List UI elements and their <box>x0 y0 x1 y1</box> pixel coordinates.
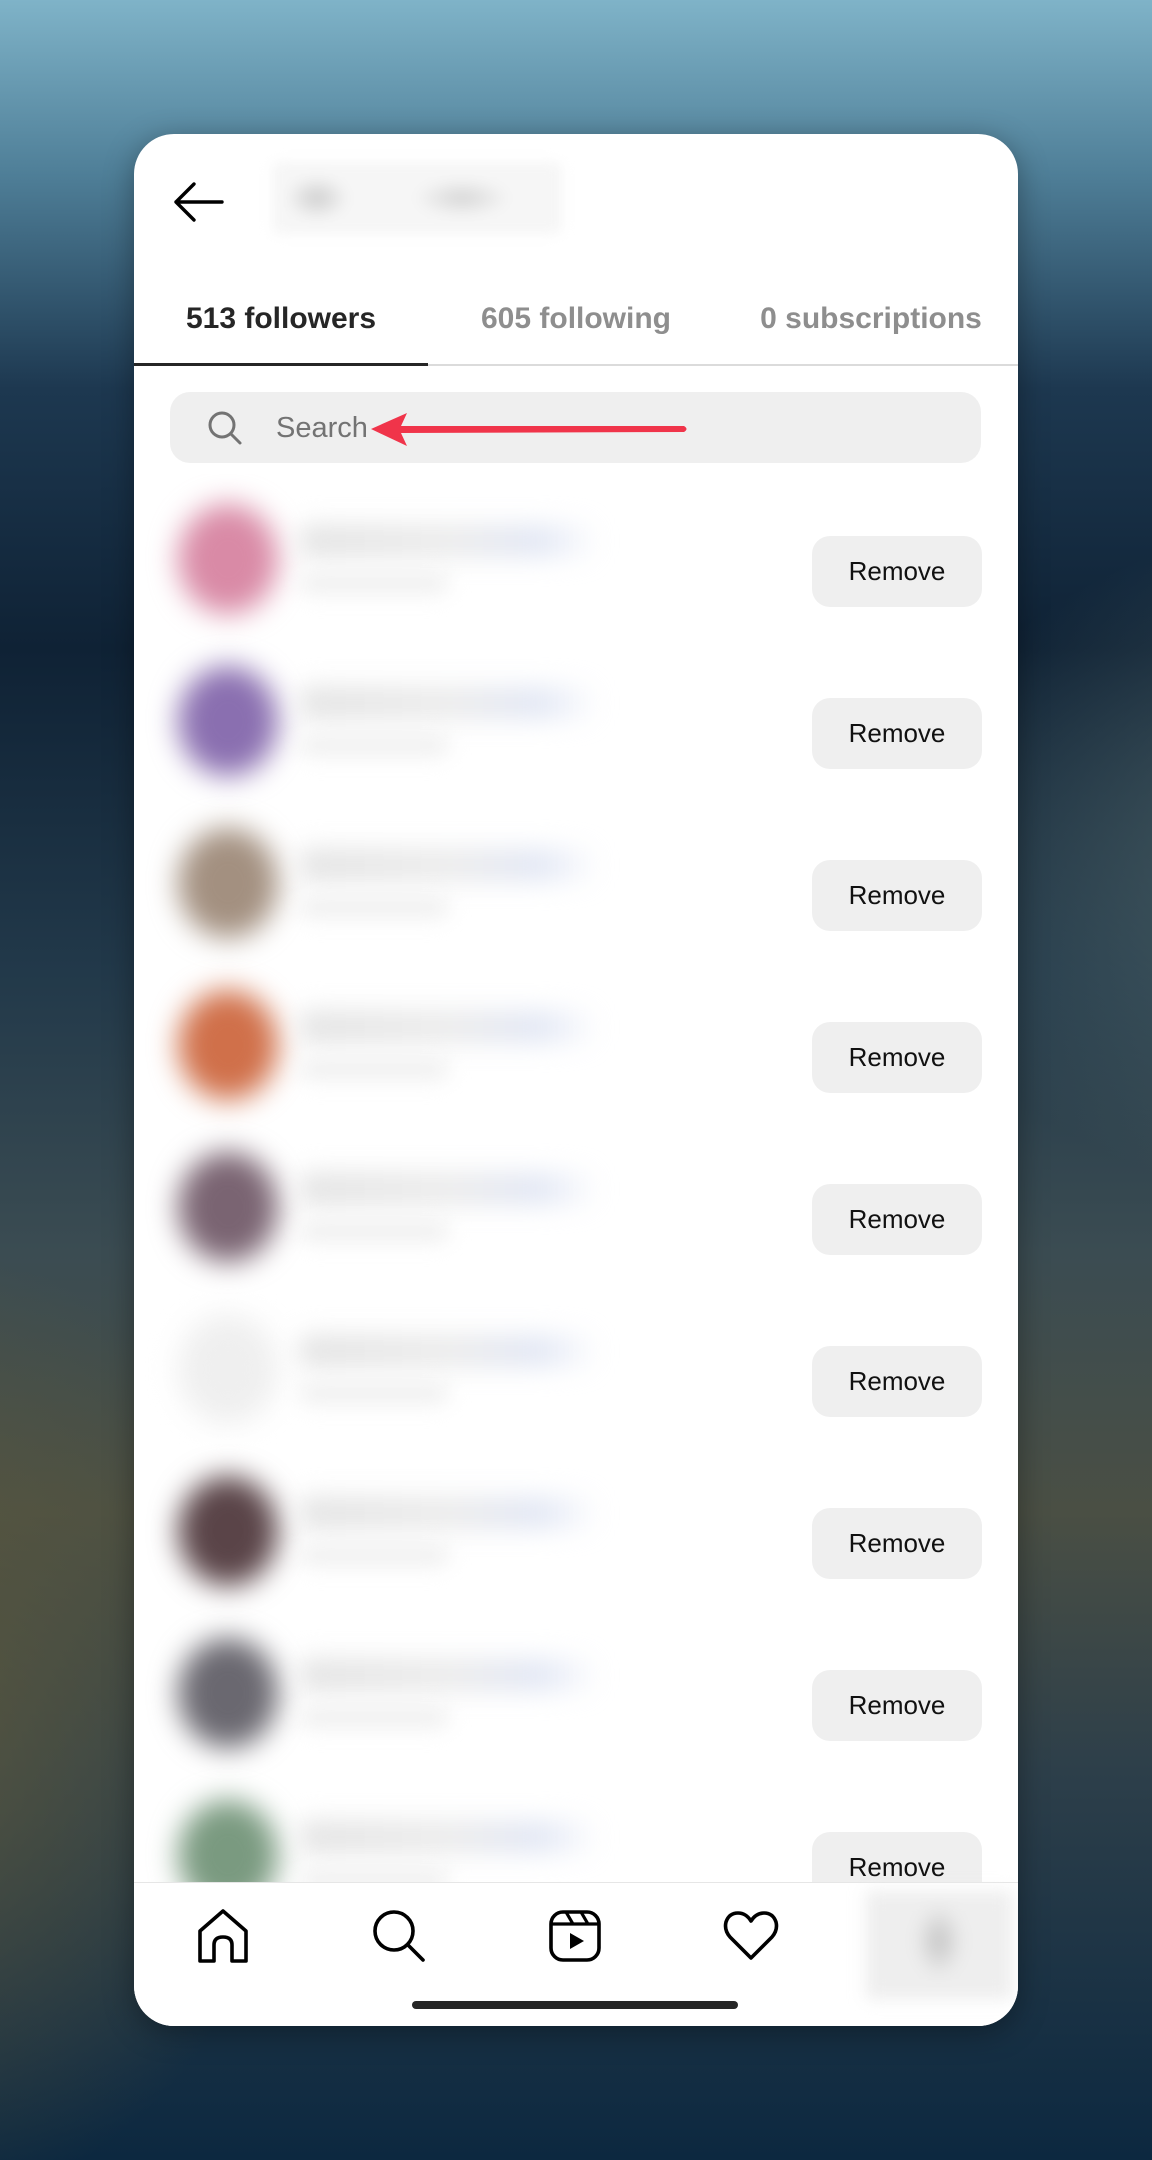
remove-button[interactable]: Remove <box>812 1184 982 1255</box>
follower-row[interactable]: Remove <box>134 1608 1018 1770</box>
avatar[interactable] <box>178 1314 278 1424</box>
home-icon[interactable] <box>194 1907 252 1965</box>
fullname-blurred <box>299 1544 449 1566</box>
username-blurred[interactable] <box>299 1010 599 1044</box>
avatar[interactable] <box>178 1638 278 1748</box>
search-icon <box>208 411 242 445</box>
username-blurred[interactable] <box>299 524 599 558</box>
remove-button[interactable]: Remove <box>812 536 982 607</box>
username-blurred[interactable] <box>299 1658 599 1692</box>
tab-following[interactable]: 605 following <box>428 274 724 364</box>
follow-tabs: 513 followers 605 following 0 subscripti… <box>134 274 1018 366</box>
remove-button[interactable]: Remove <box>812 1346 982 1417</box>
heart-icon[interactable] <box>722 1907 780 1965</box>
username-title-blurred <box>272 162 562 234</box>
follower-row[interactable]: Remove <box>134 1122 1018 1284</box>
fullname-blurred <box>299 1706 449 1728</box>
reels-icon[interactable] <box>546 1907 604 1965</box>
avatar[interactable] <box>178 990 278 1100</box>
username-blurred[interactable] <box>299 1496 599 1530</box>
home-indicator <box>412 2001 738 2009</box>
follower-row[interactable]: Remove <box>134 1284 1018 1446</box>
arrow-left-icon[interactable] <box>170 174 226 230</box>
username-blurred[interactable] <box>299 686 599 720</box>
tab-followers[interactable]: 513 followers <box>134 274 428 366</box>
fullname-blurred <box>299 1058 449 1080</box>
avatar[interactable] <box>178 828 278 938</box>
avatar[interactable] <box>178 504 278 614</box>
avatar[interactable] <box>178 1476 278 1586</box>
remove-button[interactable]: Remove <box>812 860 982 931</box>
fullname-blurred <box>299 1220 449 1242</box>
bottom-nav <box>134 1882 1018 2026</box>
remove-button[interactable]: Remove <box>812 1022 982 1093</box>
tab-subscriptions[interactable]: 0 subscriptions <box>724 274 1018 364</box>
avatar[interactable] <box>178 1152 278 1262</box>
username-blurred[interactable] <box>299 1820 599 1854</box>
follower-row[interactable]: Remove <box>134 474 1018 636</box>
search-bar[interactable] <box>170 392 981 465</box>
follower-row[interactable]: Remove <box>134 1446 1018 1608</box>
remove-button[interactable]: Remove <box>812 1670 982 1741</box>
search-icon[interactable] <box>370 1907 428 1965</box>
username-blurred[interactable] <box>299 1334 599 1368</box>
fullname-blurred <box>299 896 449 918</box>
fullname-blurred <box>299 734 449 756</box>
followers-list: Remove Remove Remove Remove Remove Remove Remo… <box>134 474 1018 2014</box>
search-input[interactable] <box>274 392 958 465</box>
follower-row[interactable]: Remove <box>134 798 1018 960</box>
username-blurred[interactable] <box>299 1172 599 1206</box>
follower-row[interactable]: Remove <box>134 960 1018 1122</box>
remove-button[interactable]: Remove <box>812 1508 982 1579</box>
remove-button[interactable]: Remove <box>812 698 982 769</box>
followers-screen: 513 followers 605 following 0 subscripti… <box>134 134 1018 2026</box>
follower-row[interactable]: Remove <box>134 636 1018 798</box>
fullname-blurred <box>299 1382 449 1404</box>
avatar[interactable] <box>178 666 278 776</box>
username-blurred[interactable] <box>299 848 599 882</box>
fullname-blurred <box>299 572 449 594</box>
profile-avatar[interactable] <box>866 1891 1012 1999</box>
